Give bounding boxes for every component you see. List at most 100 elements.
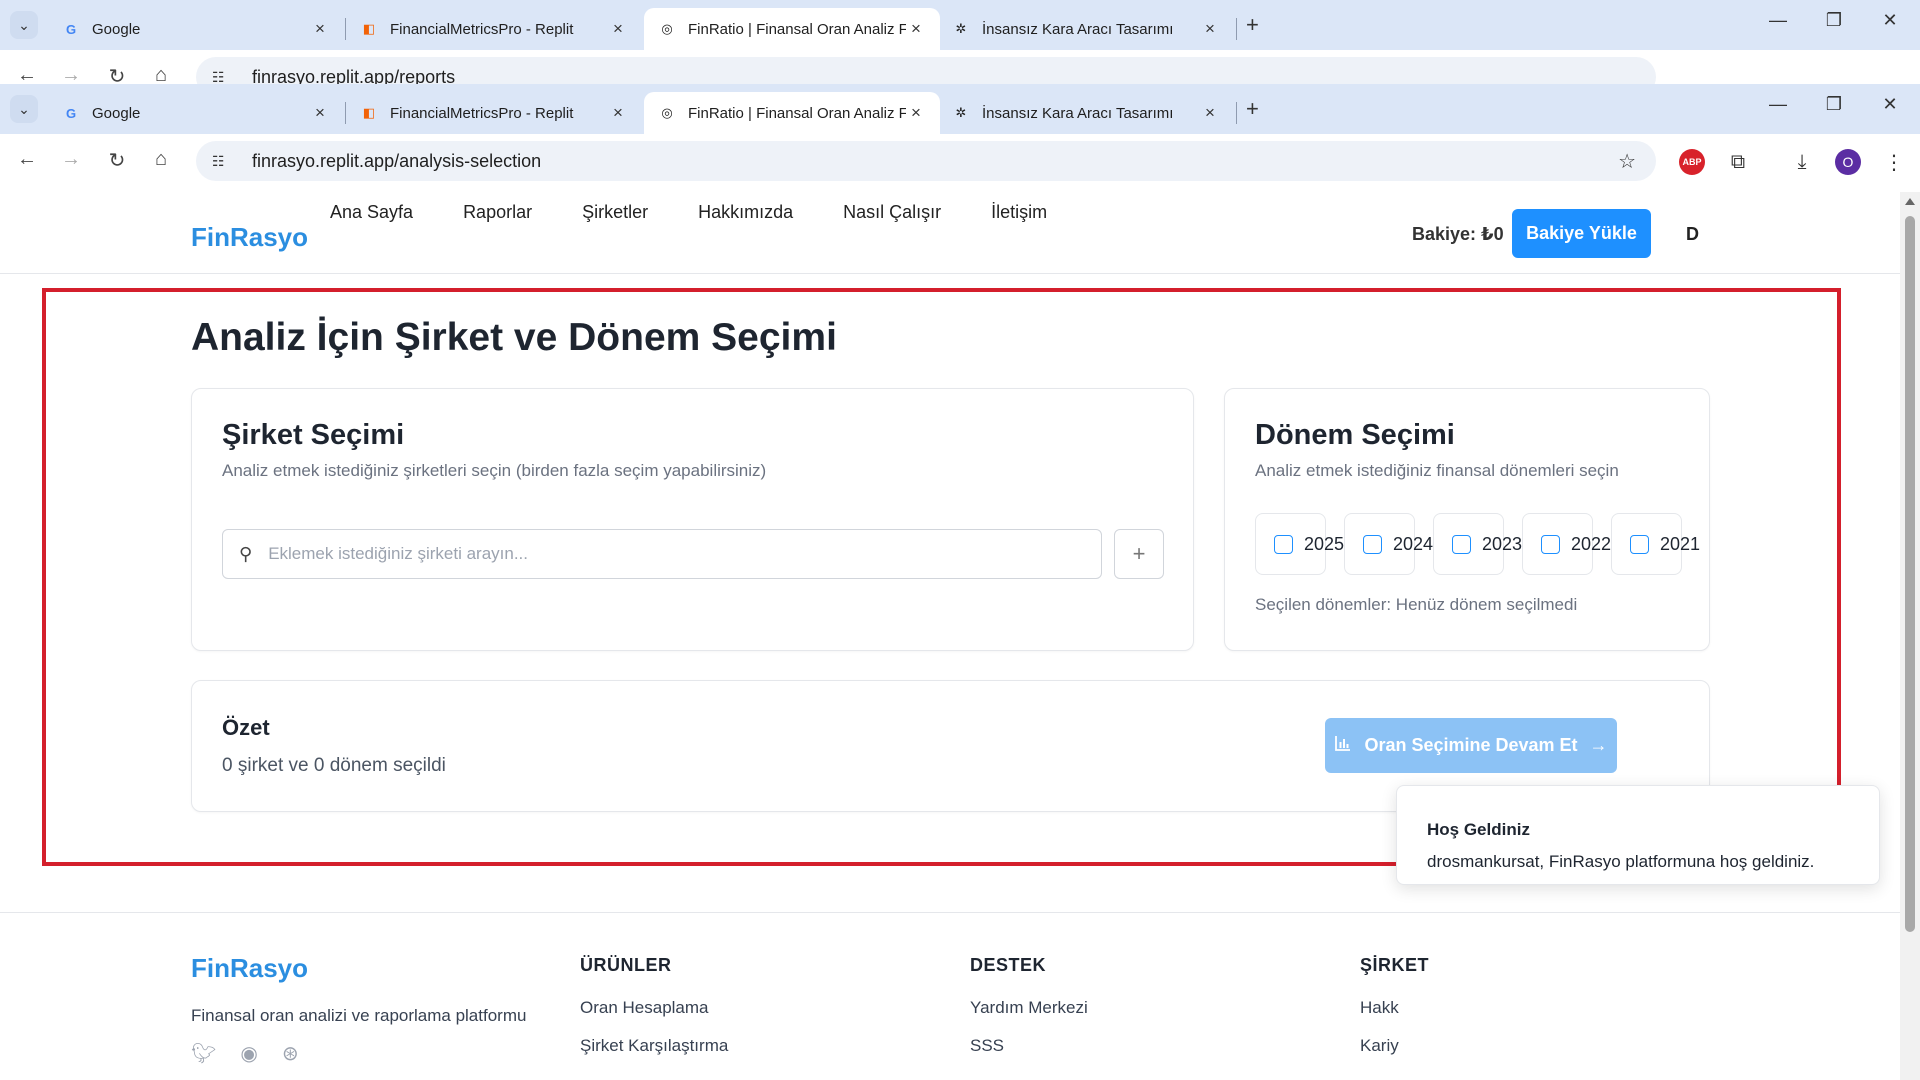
new-tab-button[interactable]: +: [1246, 96, 1259, 122]
year-label: 2021: [1660, 533, 1701, 554]
nav-contact[interactable]: İletişim: [991, 202, 1047, 223]
back-tab-finratio[interactable]: ◎ FinRatio | Finansal Oran Analiz F ×: [644, 8, 940, 50]
restore-icon[interactable]: ❐: [1814, 94, 1854, 115]
minimize-icon[interactable]: —: [1758, 10, 1798, 31]
period-option-2023[interactable]: 2023: [1433, 513, 1522, 575]
tab-divider: [1236, 102, 1237, 124]
scroll-up-icon[interactable]: [1905, 198, 1915, 205]
profile-avatar[interactable]: O: [1832, 146, 1864, 178]
company-search-input[interactable]: ⚲ Eklemek istediğiniz şirketi arayın...: [222, 529, 1102, 579]
tab-search-button[interactable]: ⌄: [10, 11, 38, 39]
footer-column-products: ÜRÜNLER Oran Hesaplama Şirket Karşılaştı…: [580, 955, 728, 1074]
tab-finratio[interactable]: ◎ FinRatio | Finansal Oran Analiz F ×: [644, 92, 940, 134]
site-footer: FinRasyo Finansal oran analizi ve raporl…: [0, 912, 1900, 1080]
home-icon[interactable]: ⌂: [146, 64, 176, 84]
back-address-bar[interactable]: ☷ finrasyo.replit.app/reports: [196, 57, 1656, 84]
close-window-icon[interactable]: ✕: [1870, 10, 1910, 31]
footer-link[interactable]: SSS: [970, 1036, 1088, 1056]
page-title: Analiz İçin Şirket ve Dönem Seçimi: [191, 316, 837, 359]
scrollbar-thumb[interactable]: [1905, 216, 1915, 932]
dribbble-icon[interactable]: ⊛: [282, 1041, 299, 1066]
checkbox[interactable]: [1363, 534, 1382, 554]
selected-periods-text: Seçilen dönemler: Henüz dönem seçilmedi: [1255, 595, 1578, 614]
close-icon[interactable]: ×: [906, 19, 926, 39]
user-menu[interactable]: D: [1686, 224, 1699, 245]
abp-label: ABP: [1679, 149, 1705, 175]
checkbox[interactable]: [1452, 534, 1471, 554]
toast-title: Hoş Geldiniz: [1427, 820, 1530, 839]
nav-companies[interactable]: Şirketler: [582, 202, 648, 223]
close-icon[interactable]: ×: [608, 19, 628, 39]
back-icon[interactable]: ←: [12, 64, 42, 84]
tab-chatgpt[interactable]: ✲ İnsansız Kara Aracı Tasarımı ×: [938, 92, 1234, 134]
forward-icon[interactable]: →: [56, 64, 86, 84]
close-icon[interactable]: ×: [608, 103, 628, 123]
tab-search-button[interactable]: ⌄: [10, 95, 38, 123]
close-icon[interactable]: ×: [1200, 19, 1220, 39]
back-tab-chatgpt[interactable]: ✲ İnsansız Kara Aracı Tasarımı ×: [938, 8, 1234, 50]
bookmark-star-icon[interactable]: ☆: [1618, 149, 1636, 174]
tab-title: FinRatio | Finansal Oran Analiz F: [688, 104, 906, 122]
nav-about[interactable]: Hakkımızda: [698, 202, 793, 223]
globe-icon: ◎: [661, 21, 673, 36]
footer-column-title: DESTEK: [970, 955, 1047, 975]
checkbox[interactable]: [1630, 534, 1649, 554]
nav-how-it-works[interactable]: Nasıl Çalışır: [843, 202, 941, 223]
close-icon[interactable]: ×: [310, 19, 330, 39]
bar-chart-icon: [1334, 734, 1352, 757]
footer-logo[interactable]: FinRasyo: [191, 953, 308, 984]
close-window-icon[interactable]: ✕: [1870, 94, 1910, 115]
period-option-2021[interactable]: 2021: [1611, 513, 1700, 575]
home-icon[interactable]: ⌂: [146, 148, 176, 171]
address-bar[interactable]: ☷ finrasyo.replit.app/analysis-selection…: [196, 141, 1656, 181]
new-tab-button[interactable]: +: [1246, 12, 1259, 38]
back-tab-replit[interactable]: ◧ FinancialMetricsPro - Replit ×: [346, 8, 642, 50]
welcome-toast[interactable]: Hoş Geldiniz drosmankursat, FinRasyo pla…: [1396, 785, 1880, 885]
period-option-2025[interactable]: 2025: [1255, 513, 1344, 575]
footer-link[interactable]: Oran Hesaplama: [580, 998, 728, 1018]
footer-link[interactable]: Kariy: [1360, 1036, 1429, 1056]
tab-title: FinRatio | Finansal Oran Analiz F: [688, 20, 906, 38]
period-option-2024[interactable]: 2024: [1344, 513, 1433, 575]
menu-icon[interactable]: ⋮: [1878, 146, 1910, 178]
tab-replit[interactable]: ◧ FinancialMetricsPro - Replit ×: [346, 92, 642, 134]
reload-icon[interactable]: ↻: [102, 64, 132, 84]
extensions-icon[interactable]: ⧉: [1722, 146, 1754, 178]
checkbox[interactable]: [1274, 534, 1293, 554]
close-icon[interactable]: ×: [1200, 103, 1220, 123]
restore-icon[interactable]: ❐: [1814, 10, 1854, 31]
replit-icon: ◧: [362, 21, 376, 36]
site-info-icon[interactable]: ☷: [212, 69, 234, 85]
company-selection-card: Şirket Seçimi Analiz etmek istediğiniz ş…: [191, 388, 1194, 651]
footer-link[interactable]: Hakk: [1360, 998, 1429, 1018]
footer-column-support: DESTEK Yardım Merkezi SSS: [970, 955, 1088, 1074]
twitter-icon[interactable]: 🐦︎: [191, 1041, 216, 1066]
back-tab-google[interactable]: G Google ×: [48, 8, 344, 50]
google-icon: G: [65, 21, 77, 37]
minimize-icon[interactable]: —: [1758, 94, 1798, 115]
add-company-button[interactable]: +: [1114, 529, 1164, 579]
close-icon[interactable]: ×: [310, 103, 330, 123]
nav-reports[interactable]: Raporlar: [463, 202, 532, 223]
forward-icon[interactable]: →: [56, 148, 86, 171]
nav-home[interactable]: Ana Sayfa: [330, 202, 413, 223]
adblock-extension-icon[interactable]: ABP: [1676, 146, 1708, 178]
period-options: 2025 2024 2023 2022 2021: [1255, 513, 1700, 575]
back-icon[interactable]: ←: [12, 148, 42, 171]
footer-link[interactable]: Yardım Merkezi: [970, 998, 1088, 1018]
footer-link[interactable]: Şirket Karşılaştırma: [580, 1036, 728, 1056]
page-scrollbar[interactable]: [1900, 192, 1920, 1080]
close-icon[interactable]: ×: [906, 103, 926, 123]
site-logo[interactable]: FinRasyo: [191, 222, 308, 253]
period-option-2022[interactable]: 2022: [1522, 513, 1611, 575]
github-icon[interactable]: ◉: [240, 1041, 257, 1066]
reload-icon[interactable]: ↻: [102, 148, 132, 173]
tab-google[interactable]: G Google ×: [48, 92, 344, 134]
site-info-icon[interactable]: ☷: [212, 153, 234, 170]
download-icon[interactable]: ⤓: [1786, 146, 1818, 178]
year-label: 2022: [1571, 533, 1612, 554]
checkbox[interactable]: [1541, 534, 1560, 554]
continue-button[interactable]: Oran Seçimine Devam Et →: [1325, 718, 1617, 773]
balance-display: Bakiye: ₺0: [1412, 224, 1504, 244]
topup-button[interactable]: Bakiye Yükle: [1512, 209, 1651, 258]
